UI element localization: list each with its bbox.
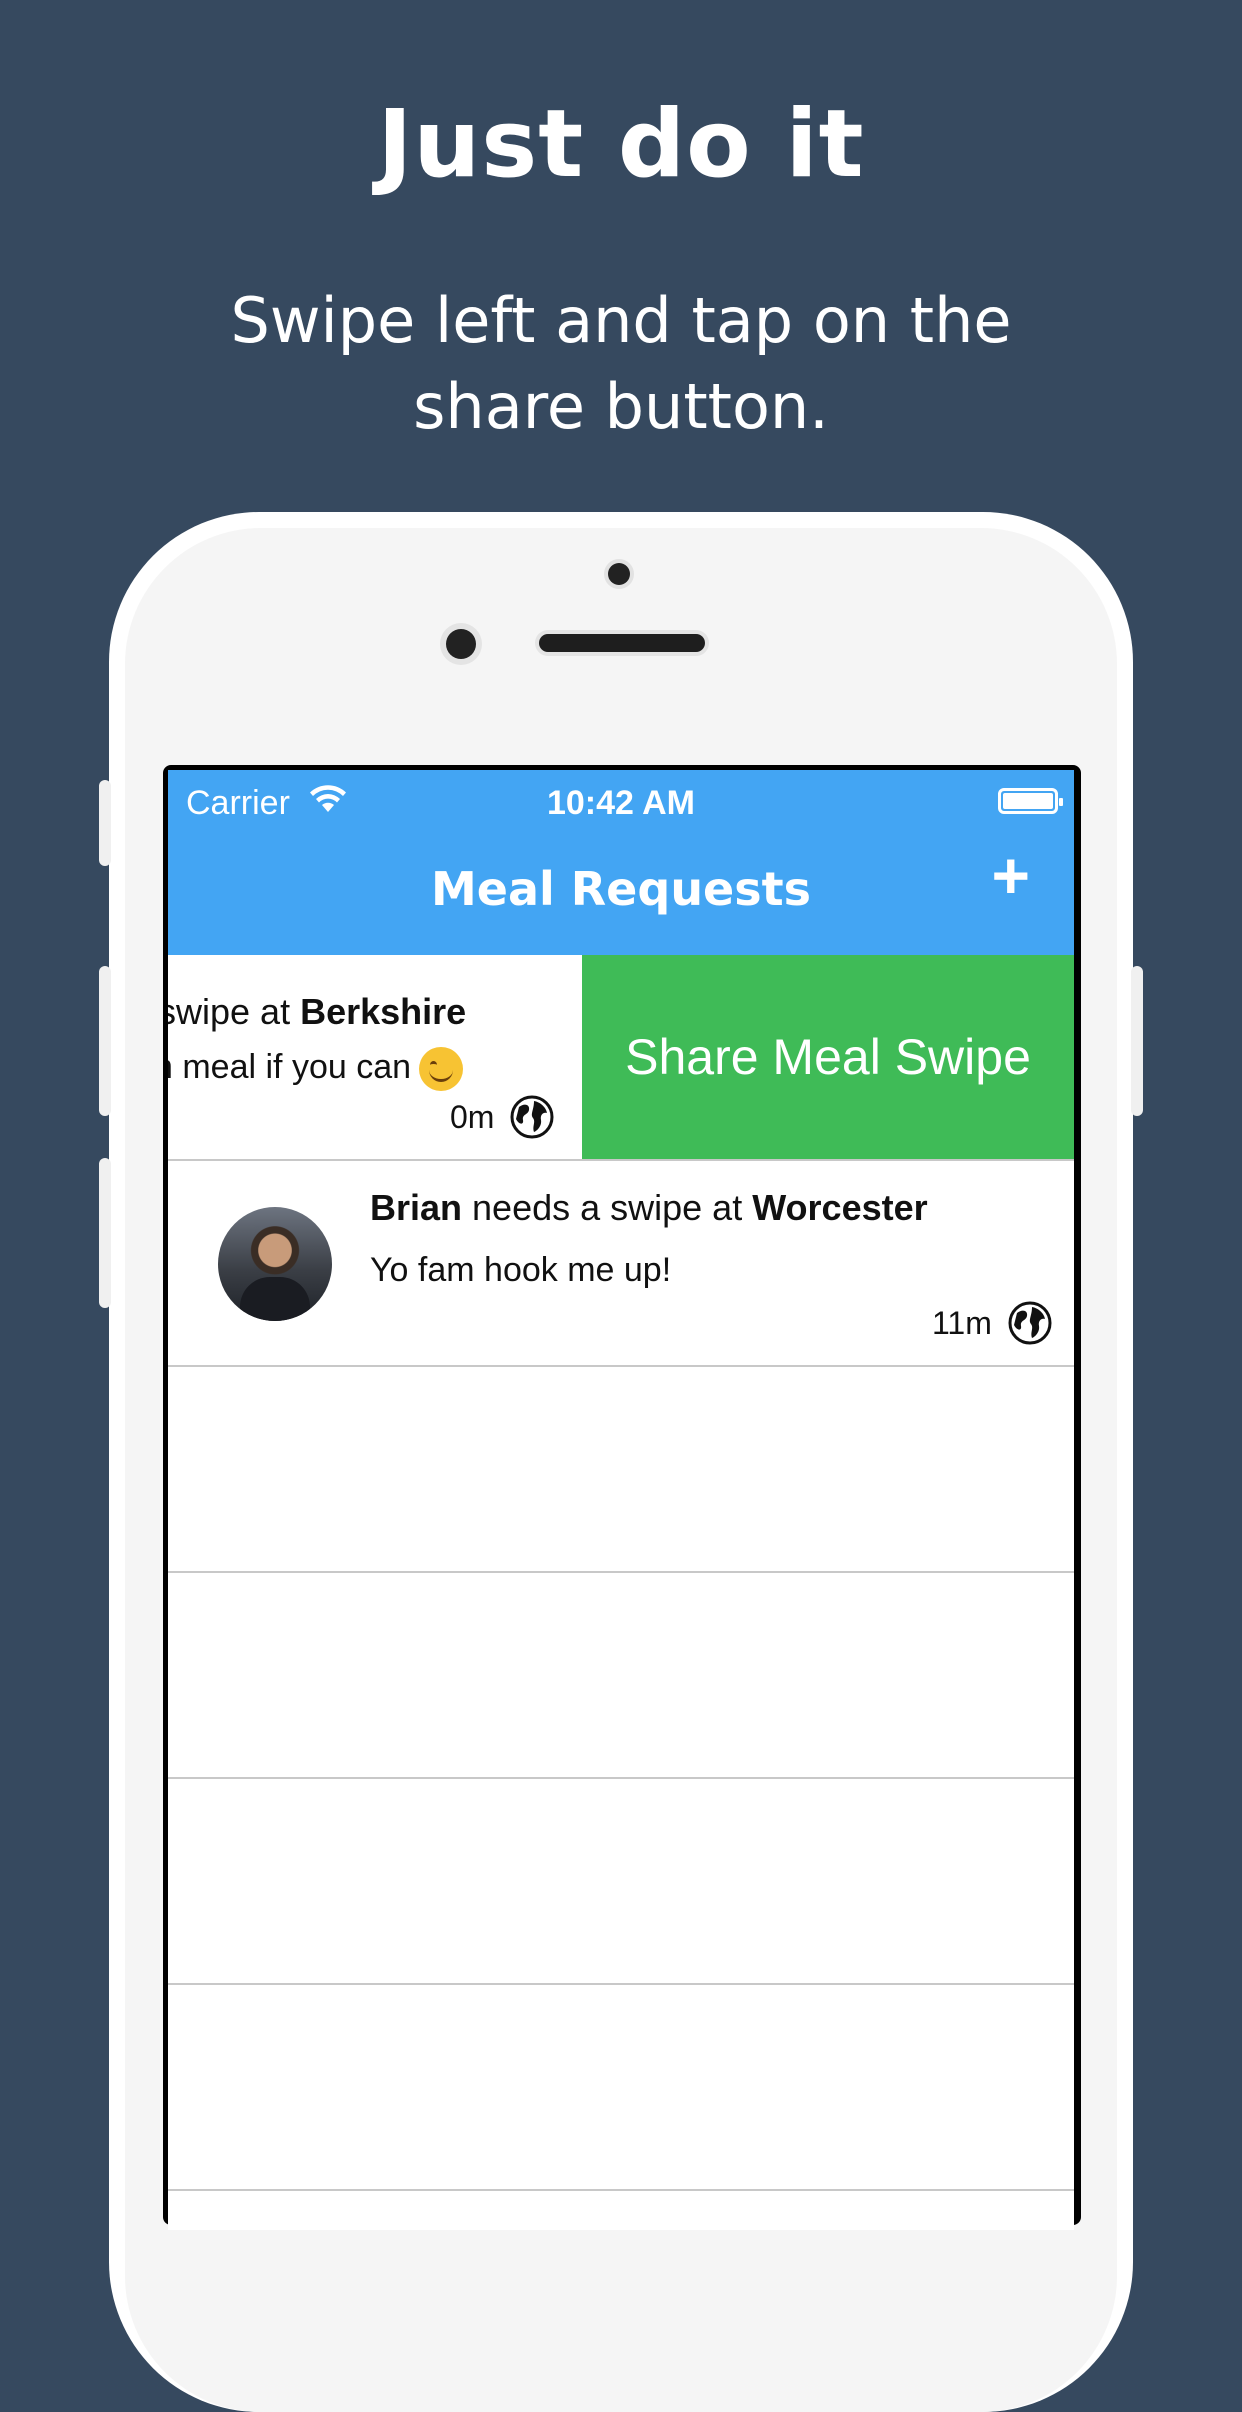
nav-bar: Carrier 10:42 AM Meal Requests + bbox=[168, 770, 1074, 955]
globe-icon bbox=[1008, 1301, 1052, 1345]
request-title: Brian needs a swipe at Worcester bbox=[370, 1187, 928, 1229]
request-time: 0m bbox=[450, 1099, 495, 1135]
app-screen: Carrier 10:42 AM Meal Requests + swipe a… bbox=[168, 770, 1074, 2230]
phone-camera bbox=[446, 629, 476, 659]
status-time: 10:42 AM bbox=[546, 784, 696, 822]
promo-subline: Swipe left and tap on the share button. bbox=[230, 284, 1012, 443]
request-row-worcester[interactable]: Brian needs a swipe at Worcester Yo fam … bbox=[168, 1161, 1074, 1367]
phone-mute-switch bbox=[99, 780, 111, 866]
smile-emoji-icon bbox=[419, 1047, 464, 1091]
requester-name: Brian bbox=[370, 1187, 463, 1228]
promo-headline: Just do it bbox=[377, 90, 865, 199]
phone-power-button bbox=[1131, 966, 1143, 1116]
phone-speaker bbox=[539, 634, 705, 652]
avatar-body bbox=[240, 1277, 310, 1321]
phone-volume-down bbox=[99, 1158, 111, 1308]
empty-row bbox=[168, 1367, 1074, 1573]
request-row-berkshire[interactable]: swipe at Berkshire n meal if you can 0m … bbox=[168, 955, 1074, 1161]
add-request-button[interactable]: + bbox=[991, 842, 1030, 908]
request-title-prefix: swipe at bbox=[168, 991, 301, 1032]
battery-icon bbox=[998, 788, 1063, 814]
request-message: Yo fam hook me up! bbox=[370, 1251, 672, 1289]
request-location: Berkshire bbox=[300, 991, 467, 1032]
request-location: Worcester bbox=[752, 1187, 928, 1228]
request-message-text: n meal if you can bbox=[168, 1047, 412, 1086]
empty-row bbox=[168, 1779, 1074, 1985]
request-title-middle: needs a swipe at bbox=[462, 1187, 753, 1228]
empty-row bbox=[168, 1573, 1074, 1779]
globe-icon bbox=[510, 1095, 554, 1139]
avatar bbox=[218, 1207, 332, 1321]
nav-title: Meal Requests bbox=[430, 862, 812, 916]
request-time: 11m bbox=[932, 1305, 992, 1341]
phone-sensor bbox=[608, 563, 630, 585]
share-meal-swipe-button[interactable]: Share Meal Swipe bbox=[582, 955, 1074, 1159]
phone-volume-up bbox=[99, 966, 111, 1116]
request-message: n meal if you can bbox=[168, 1047, 464, 1091]
request-title: swipe at Berkshire bbox=[168, 991, 466, 1033]
empty-row bbox=[168, 1985, 1074, 2191]
